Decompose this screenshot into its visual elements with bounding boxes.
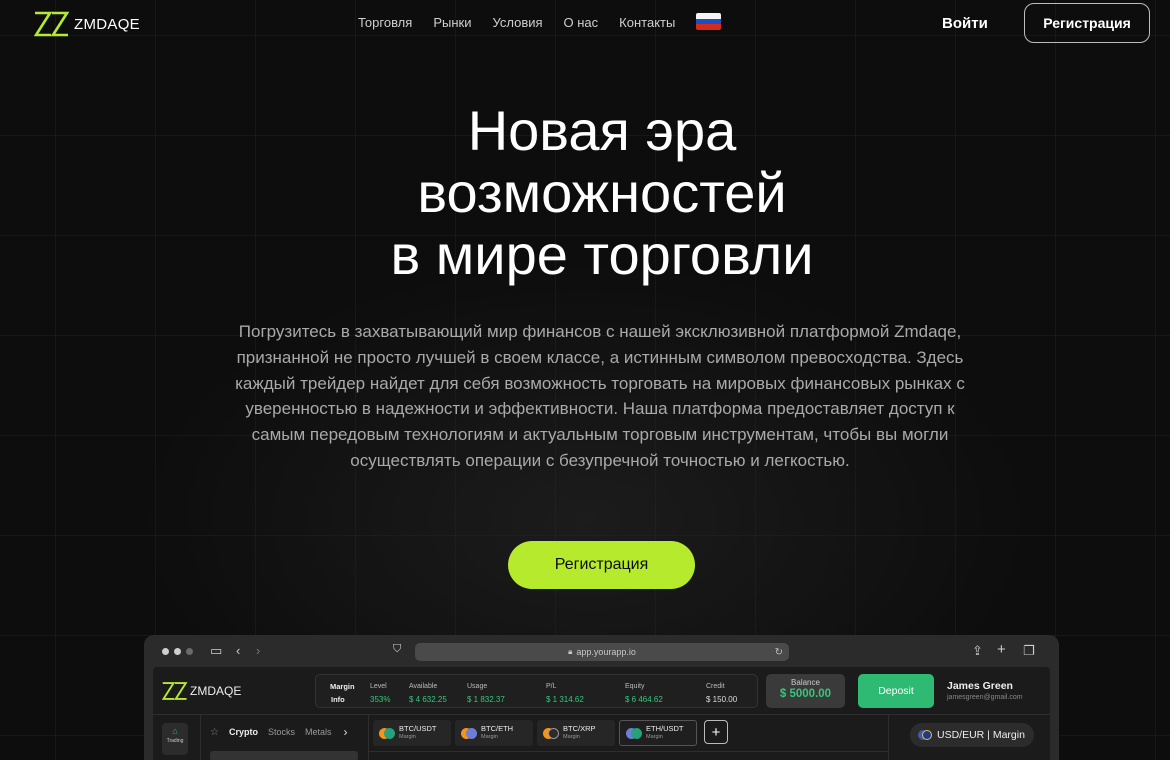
- user-name: James Green: [947, 680, 1013, 692]
- lock-icon: 🔒︎: [568, 647, 573, 656]
- app-logo-mark-icon: [162, 682, 188, 700]
- category-tab-stocks[interactable]: Stocks: [268, 727, 295, 737]
- site-logo[interactable]: ZMDAQE: [34, 11, 140, 37]
- address-url: app.yourapp.io: [576, 647, 636, 657]
- logo-mark-icon: [34, 11, 70, 37]
- pair-tab-btc-eth[interactable]: BTC/ETH Margin: [455, 720, 533, 746]
- add-pair-button[interactable]: +: [704, 720, 728, 744]
- pair-tab-eth-usdt[interactable]: ETH/USDT Margin: [619, 720, 697, 746]
- eth-usdt-coin-icon: [626, 727, 642, 739]
- nav-link-about[interactable]: О нас: [564, 15, 599, 30]
- nav-link-trading[interactable]: Торговля: [358, 15, 412, 30]
- pair-tab-label: BTC/USDT: [399, 724, 437, 733]
- main-nav: Торговля Рынки Условия О нас Контакты: [358, 13, 722, 30]
- shield-icon: ⛉: [393, 643, 402, 655]
- margin-info-label: Margin Info: [330, 682, 355, 704]
- window-controls: [162, 648, 193, 655]
- asset-categories: ☆ Crypto Stocks Metals ›: [210, 725, 348, 739]
- stat-level: Level 353%: [370, 683, 391, 704]
- chevron-right-icon[interactable]: ›: [344, 725, 348, 739]
- category-tab-metals[interactable]: Metals: [305, 727, 332, 737]
- asset-search-input[interactable]: [210, 751, 358, 760]
- btc-usdt-coin-icon: [379, 727, 395, 739]
- register-button-header[interactable]: Регистрация: [1024, 3, 1150, 43]
- pair-tabs: BTC/USDT Margin BTC/ETH Margin BTC/XRP Marg…: [368, 715, 888, 760]
- usd-eur-flag-icon: [918, 729, 932, 741]
- favorites-star-icon[interactable]: ☆: [210, 727, 219, 738]
- deposit-button[interactable]: Deposit: [858, 674, 934, 708]
- site-header: ZMDAQE Торговля Рынки Условия О нас Конт…: [0, 0, 1170, 48]
- pair-tab-label: ETH/USDT: [646, 724, 684, 733]
- share-icon: ⇪: [972, 643, 983, 658]
- sidebar-item-trading[interactable]: ⌂ Trading: [162, 723, 188, 755]
- balance-box: Balance $ 5000.00: [766, 674, 845, 708]
- pair-tab-type: Margin: [646, 734, 663, 740]
- browser-toolbar: ▭ ‹ › ⛉ 🔒︎ app.yourapp.io ↻ ⇪ + ❐: [144, 635, 1059, 668]
- user-info[interactable]: James Green jamesgreen@gmail.com: [947, 680, 1023, 701]
- sidebar-item-label: Trading: [166, 738, 184, 744]
- stat-usage: Usage $ 1 832.37: [467, 683, 505, 704]
- ru-flag-icon[interactable]: [696, 13, 722, 30]
- logo-text: ZMDAQE: [74, 15, 140, 33]
- btc-eth-coin-icon: [461, 727, 477, 739]
- reload-icon: ↻: [774, 646, 783, 658]
- sidebar-toggle-icon: ▭: [210, 643, 223, 658]
- pair-tab-type: Margin: [399, 734, 416, 740]
- margin-info-panel: Margin Info Level 353% Available $ 4 632.25…: [315, 674, 758, 708]
- balance-label: Balance: [791, 678, 820, 687]
- user-email: jamesgreen@gmail.com: [947, 694, 1023, 701]
- pair-tab-btc-xrp[interactable]: BTC/XRP Margin: [537, 720, 615, 746]
- pair-tab-type: Margin: [563, 734, 580, 740]
- app-sidebar: ⌂ Trading: [153, 715, 201, 760]
- instrument-panel: USD/EUR | Margin: [888, 715, 1050, 760]
- app-topbar: ZMDAQE Margin Info Level 353% Available $ 4…: [153, 667, 1050, 715]
- back-icon: ‹: [236, 643, 241, 658]
- stat-credit: Credit $ 150.00: [706, 683, 738, 704]
- pair-tab-label: BTC/ETH: [481, 724, 514, 733]
- register-button-hero[interactable]: Регистрация: [508, 541, 695, 589]
- nav-link-contacts[interactable]: Контакты: [619, 15, 675, 30]
- tabs-overview-icon: ❐: [1023, 643, 1035, 658]
- stat-pl: P/L $ 1 314.62: [546, 683, 584, 704]
- pair-tab-label: BTC/XRP: [563, 724, 596, 733]
- address-bar: 🔒︎ app.yourapp.io ↻: [415, 643, 789, 661]
- nav-link-markets[interactable]: Рынки: [433, 15, 471, 30]
- app-workspace: ⌂ Trading ☆ Crypto Stocks Metals › BTC/U…: [153, 715, 1050, 760]
- category-tab-crypto[interactable]: Crypto: [229, 727, 258, 737]
- stat-available: Available $ 4 632.25: [409, 683, 447, 704]
- nav-link-conditions[interactable]: Условия: [492, 15, 542, 30]
- login-link[interactable]: Войти: [942, 15, 988, 32]
- pair-tab-btc-usdt[interactable]: BTC/USDT Margin: [373, 720, 451, 746]
- hero-title-line: в мире торговли: [390, 223, 814, 286]
- forward-icon: ›: [256, 643, 261, 658]
- browser-mockup: ▭ ‹ › ⛉ 🔒︎ app.yourapp.io ↻ ⇪ + ❐ ZMDAQE…: [144, 635, 1059, 760]
- hero-title: Новая эра возможностей в мире торговли: [0, 100, 1170, 286]
- divider: [368, 751, 888, 752]
- trading-app: ZMDAQE Margin Info Level 353% Available $ 4…: [153, 667, 1050, 760]
- new-tab-icon: +: [997, 641, 1006, 658]
- hero-title-line: Новая эра: [467, 99, 737, 162]
- home-icon: ⌂: [172, 726, 178, 736]
- app-logo-text: ZMDAQE: [190, 684, 242, 698]
- app-logo: ZMDAQE: [162, 681, 241, 701]
- selected-pair-selector[interactable]: USD/EUR | Margin: [910, 723, 1034, 747]
- balance-value: $ 5000.00: [779, 688, 832, 700]
- hero-description: Погрузитесь в захватывающий мир финансов…: [235, 322, 965, 470]
- btc-xrp-coin-icon: [543, 727, 559, 739]
- selected-pair-label: USD/EUR | Margin: [937, 729, 1025, 741]
- hero-title-line: возможностей: [417, 161, 787, 224]
- pair-tab-type: Margin: [481, 734, 498, 740]
- stat-equity: Equity $ 6 464.62: [625, 683, 663, 704]
